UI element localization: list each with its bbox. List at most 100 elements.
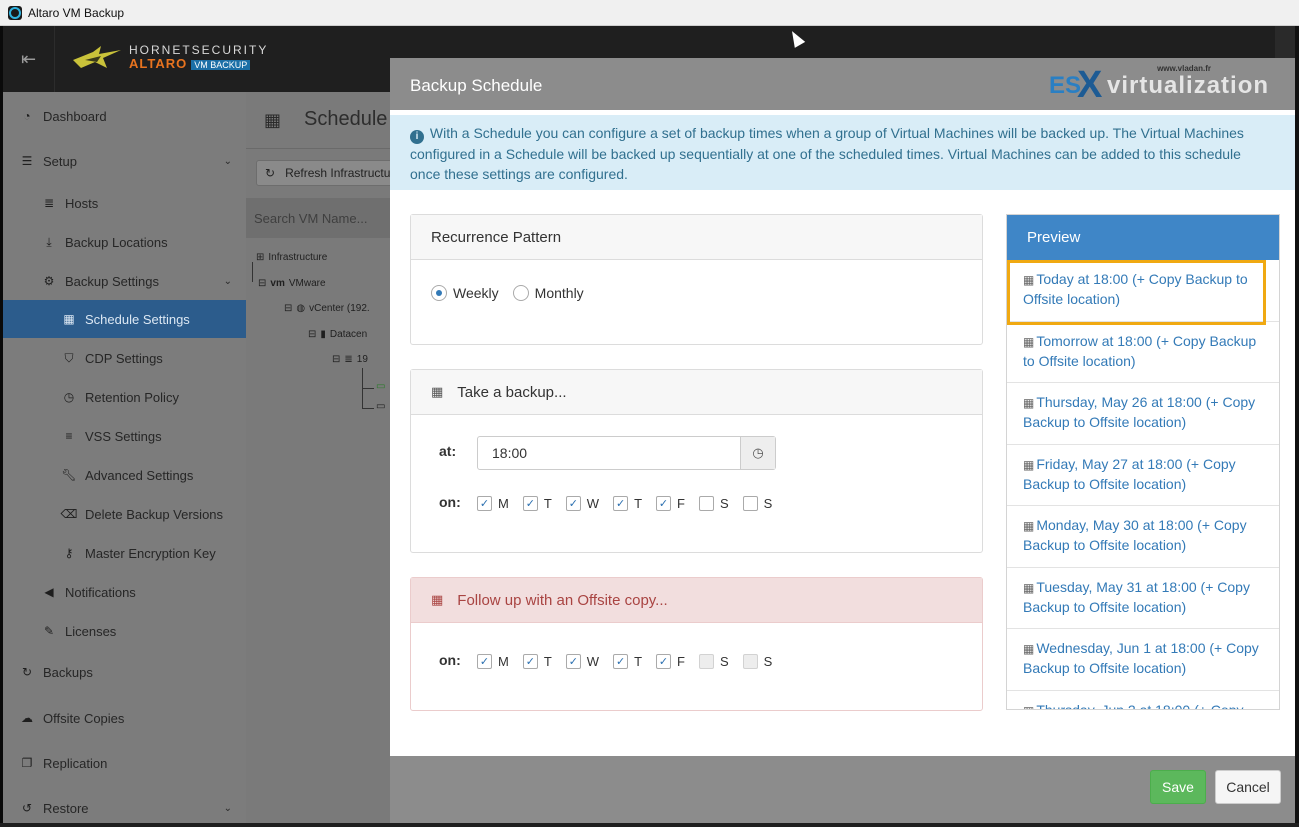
- sidebar-item-label: Master Encryption Key: [85, 545, 216, 561]
- building-icon: ▮: [320, 329, 326, 340]
- day-saturday[interactable]: S: [698, 496, 729, 511]
- tree-node-vm-1[interactable]: ▭: [376, 381, 389, 392]
- chevron-down-icon: ⌄: [223, 155, 232, 167]
- sidebar-item-cdp-settings[interactable]: ⛉ CDP Settings: [3, 339, 246, 377]
- day-monday[interactable]: ✓ M: [477, 654, 509, 669]
- tree-node-label: Infrastructure: [268, 252, 328, 263]
- day-thursday[interactable]: ✓ T: [613, 496, 642, 511]
- sidebar-item-offsite-copies[interactable]: ☁ Offsite Copies: [3, 699, 246, 737]
- sliders-icon: ☰: [21, 154, 33, 168]
- checkbox-checked[interactable]: ✓: [613, 496, 629, 511]
- preview-item: ▦Thursday, Jun 2 at 18:00 (+ Copy Backup…: [1007, 691, 1279, 710]
- sidebar-item-schedule-settings[interactable]: ▦ Schedule Settings: [3, 300, 246, 338]
- checkbox-unchecked[interactable]: [742, 496, 758, 511]
- day-label: T: [543, 654, 552, 669]
- dashboard-icon: ◔: [23, 109, 31, 123]
- tree-node-vcenter[interactable]: ⊟ ◍ vCenter (192.: [284, 303, 370, 314]
- sidebar-item-restore[interactable]: ↺ Restore ⌄: [3, 789, 246, 827]
- sidebar-item-licenses[interactable]: ✎ Licenses: [3, 612, 246, 650]
- preview-item-text: Tomorrow at 18:00 (+ Copy Backup to Offs…: [1023, 332, 1257, 369]
- brand-line1: HORNETSECURITY: [129, 42, 269, 57]
- sidebar-item-label: Notifications: [65, 584, 136, 600]
- chevron-down-icon: ⌄: [223, 802, 232, 814]
- sidebar-item-replication[interactable]: ❐ Replication: [3, 744, 246, 782]
- day-label: S: [719, 654, 729, 669]
- monitor-icon: ▭: [376, 401, 386, 412]
- offsite-heading: Follow up with an Offsite copy...: [457, 591, 668, 609]
- day-monday[interactable]: ✓ M: [477, 496, 509, 511]
- checkbox-checked[interactable]: ✓: [656, 654, 672, 669]
- undo-icon: ↺: [21, 801, 33, 815]
- day-thursday[interactable]: ✓ T: [613, 654, 642, 669]
- preview-panel: Preview ▦ Today at 18:00 (+ Copy Backup t…: [1006, 214, 1280, 710]
- sidebar-item-label: Backups: [43, 664, 93, 680]
- preview-item: ▦ Tuesday, May 31 at 18:00 (+ Copy Backup…: [1007, 568, 1279, 629]
- tree-node-infrastructure[interactable]: ⊞ Infrastructure: [256, 252, 327, 263]
- sidebar-item-backup-settings[interactable]: ⚙ Backup Settings ⌄: [3, 262, 246, 300]
- day-friday[interactable]: ✓ F: [656, 654, 685, 669]
- search-vm-input[interactable]: [254, 206, 391, 230]
- checkbox-checked[interactable]: ✓: [656, 496, 672, 511]
- sidebar-item-retention-policy[interactable]: ◷ Retention Policy: [3, 378, 246, 416]
- sidebar-item-backup-locations[interactable]: ⤓ Backup Locations: [3, 223, 246, 261]
- checkbox-unchecked[interactable]: [698, 496, 714, 511]
- sidebar-item-dashboard[interactable]: ◔ Dashboard: [3, 97, 246, 135]
- clock-icon[interactable]: ◷: [740, 437, 775, 469]
- gears-icon: ⚙: [43, 274, 55, 288]
- day-tuesday[interactable]: ✓ T: [522, 654, 552, 669]
- calendar-icon: ▦: [1023, 704, 1034, 710]
- tree-node-vmware[interactable]: ⊟ vm VMware: [258, 278, 326, 289]
- tree-node-host[interactable]: ⊟ ≣ 19: [332, 354, 368, 365]
- sidebar-item-setup[interactable]: ☰ Setup ⌄: [3, 142, 246, 180]
- day-label: F: [677, 496, 685, 511]
- day-wednesday[interactable]: ✓ W: [565, 654, 599, 669]
- day-label: F: [677, 654, 685, 669]
- tree-node-label: VMware: [288, 278, 326, 289]
- schedule-page: ▦ Schedule S ↻ Refresh Infrastructu ⊞ In…: [246, 92, 406, 823]
- day-saturday: S: [698, 654, 729, 669]
- day-friday[interactable]: ✓ F: [656, 496, 685, 511]
- sidebar-item-advanced-settings[interactable]: 🔧︎ Advanced Settings: [3, 456, 246, 494]
- backup-time-input[interactable]: [478, 437, 740, 469]
- watermark-logo: www.vladan.fr ES X virtualization: [1049, 64, 1285, 108]
- checkbox-disabled: [698, 654, 714, 669]
- day-wednesday[interactable]: ✓ W: [565, 496, 599, 511]
- sidebar-item-master-encryption-key[interactable]: ⚷ Master Encryption Key: [3, 534, 246, 572]
- calendar-icon: ▦: [431, 592, 444, 607]
- checkbox-checked[interactable]: ✓: [522, 496, 538, 511]
- checkbox-checked[interactable]: ✓: [565, 654, 581, 669]
- tree-node-vm-2[interactable]: ▭: [376, 401, 389, 412]
- expand-icon: ⊟: [284, 303, 293, 314]
- calendar-icon: ▦: [63, 312, 75, 326]
- checkbox-checked[interactable]: ✓: [613, 654, 629, 669]
- checkbox-disabled: [742, 654, 758, 669]
- sidebar-item-label: Offsite Copies: [43, 710, 125, 726]
- tree-connector: [252, 262, 253, 282]
- calendar-icon: ▦: [1023, 273, 1035, 287]
- day-sunday[interactable]: S: [742, 496, 772, 511]
- modal-header: Backup Schedule www.vladan.fr ES X virtu…: [390, 58, 1295, 110]
- sidebar-item-notifications[interactable]: ◀ Notifications: [3, 573, 246, 611]
- on-label: on:: [439, 494, 461, 510]
- weekly-radio[interactable]: [431, 285, 447, 301]
- day-tuesday[interactable]: ✓ T: [522, 496, 552, 511]
- list-icon: ≣: [344, 354, 353, 365]
- preview-heading-label: Preview: [1027, 229, 1081, 246]
- sidebar-item-delete-backup-versions[interactable]: ⌫ Delete Backup Versions: [3, 495, 246, 533]
- menu-toggle-icon[interactable]: ⇤: [3, 26, 55, 92]
- save-button[interactable]: Save: [1150, 770, 1206, 804]
- sidebar-item-vss-settings[interactable]: ≡ VSS Settings: [3, 417, 246, 455]
- checkbox-checked[interactable]: ✓: [477, 496, 492, 511]
- refresh-infrastructure-button[interactable]: ↻ Refresh Infrastructu: [256, 160, 406, 186]
- sidebar-item-hosts[interactable]: ≣ Hosts: [3, 184, 246, 222]
- monthly-radio[interactable]: [512, 285, 529, 301]
- checkbox-checked[interactable]: ✓: [522, 654, 538, 669]
- checkbox-checked[interactable]: ✓: [477, 654, 492, 669]
- tree-node-datacenter[interactable]: ⊟ ▮ Datacen: [308, 329, 367, 340]
- checkbox-checked[interactable]: ✓: [565, 496, 581, 511]
- cancel-button[interactable]: Cancel: [1215, 770, 1281, 804]
- cloud-upload-icon: ☁: [21, 711, 33, 725]
- globe-icon: ◍: [296, 303, 306, 314]
- sidebar-item-backups[interactable]: ↻ Backups: [3, 653, 246, 691]
- expand-icon: ⊟: [332, 354, 341, 365]
